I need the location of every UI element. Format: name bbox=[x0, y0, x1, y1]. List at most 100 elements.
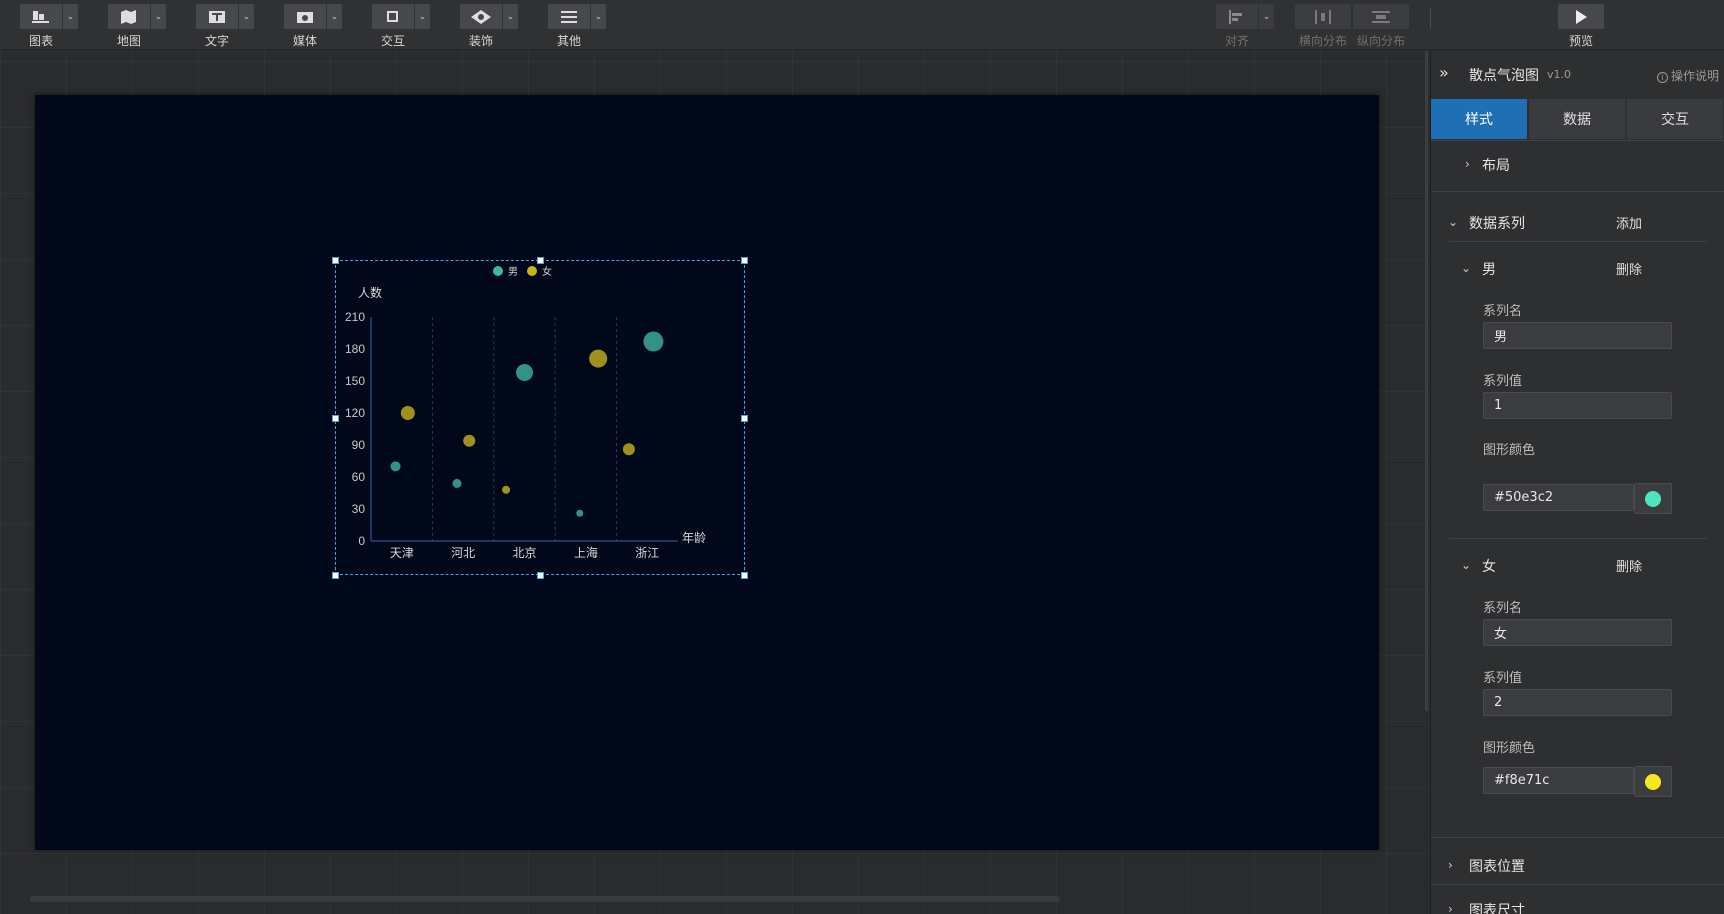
y-axis-title: 人数 bbox=[358, 285, 382, 300]
series-male-title: 男 bbox=[1482, 262, 1496, 278]
bubble-point bbox=[390, 461, 401, 472]
text-tool-label: 文字 bbox=[204, 34, 229, 48]
bubble-point bbox=[576, 509, 584, 517]
chevron-down-icon[interactable]: ⌄ bbox=[503, 4, 518, 29]
collapse-panel-icon[interactable]: » bbox=[1439, 63, 1449, 82]
series-name-input[interactable] bbox=[1483, 322, 1672, 349]
series-name-input[interactable] bbox=[1483, 619, 1672, 646]
info-icon: i bbox=[1657, 72, 1668, 83]
bubble-point bbox=[516, 363, 533, 381]
text-icon[interactable] bbox=[196, 4, 238, 29]
align-tool[interactable]: ⌄ 对齐 bbox=[1216, 4, 1274, 48]
y-tick-label: 30 bbox=[352, 502, 366, 516]
chevron-down-icon[interactable]: ⌄ bbox=[151, 4, 166, 29]
x-category-label: 河北 bbox=[451, 546, 475, 560]
section-layout[interactable]: › 布局 bbox=[1431, 154, 1724, 178]
chart-tool[interactable]: ⌄ 图表 bbox=[20, 4, 78, 48]
chevron-down-icon[interactable]: ⌄ bbox=[239, 4, 254, 29]
decoration-icon[interactable] bbox=[460, 4, 502, 29]
chevron-down-icon: ⌄ bbox=[1448, 215, 1459, 229]
x-axis-title: 年龄 bbox=[682, 531, 706, 545]
legend-marker bbox=[493, 266, 503, 276]
series-color-input[interactable] bbox=[1483, 767, 1634, 794]
interaction-icon[interactable] bbox=[372, 4, 414, 29]
section-chart-size[interactable]: › 图表尺寸 bbox=[1431, 899, 1724, 914]
other-icon[interactable] bbox=[548, 4, 590, 29]
delete-series-button[interactable]: 删除 bbox=[1616, 259, 1642, 278]
y-tick-label: 60 bbox=[352, 470, 366, 484]
bubble-point bbox=[463, 434, 476, 447]
decoration-tool[interactable]: ⌄ 装饰 bbox=[460, 4, 518, 48]
resize-handle-bottom-right[interactable] bbox=[741, 572, 748, 579]
section-chart-position[interactable]: › 图表位置 bbox=[1431, 855, 1724, 879]
section-chart-position-label: 图表位置 bbox=[1469, 859, 1525, 875]
panel-version: v1.0 bbox=[1547, 68, 1572, 81]
toolbar-divider bbox=[1430, 8, 1431, 28]
hdist-tool-label: 横向分布 bbox=[1298, 34, 1347, 48]
canvas-workspace[interactable]: 0 30 60 90 120 150 180 210 天津 河北 北京 上海 浙江 人数 年龄 男 女 bbox=[0, 51, 1428, 914]
resize-handle-left[interactable] bbox=[332, 415, 339, 422]
media-tool[interactable]: ⌄ 媒体 bbox=[284, 4, 342, 48]
y-tick-label: 210 bbox=[345, 310, 365, 324]
interaction-tool[interactable]: ⌄ 交互 bbox=[372, 4, 430, 48]
resize-handle-bottom-left[interactable] bbox=[332, 572, 339, 579]
series-female-header[interactable]: ⌄ 女 删除 bbox=[1431, 555, 1724, 579]
section-series-label: 数据系列 bbox=[1469, 216, 1525, 232]
chevron-down-icon[interactable]: ⌄ bbox=[591, 4, 606, 29]
resize-handle-top[interactable] bbox=[537, 257, 544, 264]
resize-handle-right[interactable] bbox=[741, 415, 748, 422]
bubble-chart: 0 30 60 90 120 150 180 210 天津 河北 北京 上海 浙江 人数年龄 男 女 bbox=[345, 265, 706, 560]
bubble-chart-widget[interactable]: 0 30 60 90 120 150 180 210 天津 河北 北京 上海 浙江 人数 年龄 男 女 bbox=[332, 257, 748, 579]
delete-series-button[interactable]: 删除 bbox=[1616, 556, 1642, 575]
color-picker-button[interactable] bbox=[1634, 483, 1672, 514]
map-tool[interactable]: ⌄ 地图 bbox=[108, 4, 166, 48]
horizontal-scrollbar[interactable] bbox=[30, 896, 1060, 902]
chevron-down-icon[interactable]: ⌄ bbox=[63, 4, 78, 29]
decoration-tool-label: 装饰 bbox=[468, 34, 493, 48]
horizontal-distribute-icon[interactable] bbox=[1295, 4, 1351, 29]
chart-tool-label: 图表 bbox=[28, 34, 53, 48]
map-icon[interactable] bbox=[108, 4, 150, 29]
color-picker-button[interactable] bbox=[1634, 766, 1672, 797]
vertical-distribute-icon[interactable] bbox=[1353, 4, 1409, 29]
divider bbox=[1431, 140, 1724, 141]
y-tick-label: 120 bbox=[345, 406, 365, 420]
series-color-input[interactable] bbox=[1483, 484, 1634, 511]
series-value-input[interactable] bbox=[1483, 392, 1672, 419]
bubble-point bbox=[502, 485, 511, 494]
align-tool-label: 对齐 bbox=[1224, 34, 1249, 48]
preview-button[interactable]: 预览 bbox=[1558, 4, 1604, 48]
media-icon[interactable] bbox=[284, 4, 326, 29]
text-tool[interactable]: ⌄ 文字 bbox=[196, 4, 254, 48]
series-name-label: 系列名 bbox=[1483, 601, 1523, 616]
interaction-tool-label: 交互 bbox=[380, 34, 405, 48]
media-tool-label: 媒体 bbox=[292, 34, 317, 48]
chevron-down-icon[interactable]: ⌄ bbox=[327, 4, 342, 29]
series-female-title: 女 bbox=[1482, 559, 1496, 575]
series-value-label: 系列值 bbox=[1483, 374, 1523, 389]
property-panel: » 散点气泡图 v1.0 i 操作说明 样式 数据 交互 › 布局 ⌄ 数据系列 … bbox=[1430, 51, 1724, 914]
tab-data[interactable]: 数据 bbox=[1529, 99, 1625, 139]
hdist-tool[interactable]: 横向分布 bbox=[1295, 4, 1351, 48]
series-male-header[interactable]: ⌄ 男 删除 bbox=[1431, 258, 1724, 282]
series-value-input[interactable] bbox=[1483, 689, 1672, 716]
other-tool[interactable]: ⌄ 其他 bbox=[548, 4, 606, 48]
chevron-down-icon[interactable]: ⌄ bbox=[415, 4, 430, 29]
resize-handle-top-right[interactable] bbox=[741, 257, 748, 264]
help-link[interactable]: i 操作说明 bbox=[1657, 67, 1719, 84]
vdist-tool[interactable]: 纵向分布 bbox=[1353, 4, 1409, 48]
chevron-down-icon[interactable]: ⌄ bbox=[1259, 4, 1274, 29]
vertical-scrollbar[interactable] bbox=[1425, 51, 1428, 711]
map-tool-label: 地图 bbox=[116, 34, 141, 48]
section-series[interactable]: ⌄ 数据系列 添加 bbox=[1431, 212, 1724, 236]
resize-handle-top-left[interactable] bbox=[332, 257, 339, 264]
tab-style[interactable]: 样式 bbox=[1431, 99, 1527, 139]
chart-icon[interactable] bbox=[20, 4, 62, 29]
panel-tabs: 样式 数据 交互 bbox=[1431, 99, 1724, 139]
play-icon[interactable] bbox=[1558, 4, 1604, 29]
design-screen[interactable]: 0 30 60 90 120 150 180 210 天津 河北 北京 上海 浙江 人数 年龄 男 女 bbox=[35, 95, 1379, 850]
tab-interaction[interactable]: 交互 bbox=[1627, 99, 1723, 139]
align-left-icon[interactable] bbox=[1216, 4, 1258, 29]
resize-handle-bottom[interactable] bbox=[537, 572, 544, 579]
add-series-button[interactable]: 添加 bbox=[1616, 213, 1642, 232]
